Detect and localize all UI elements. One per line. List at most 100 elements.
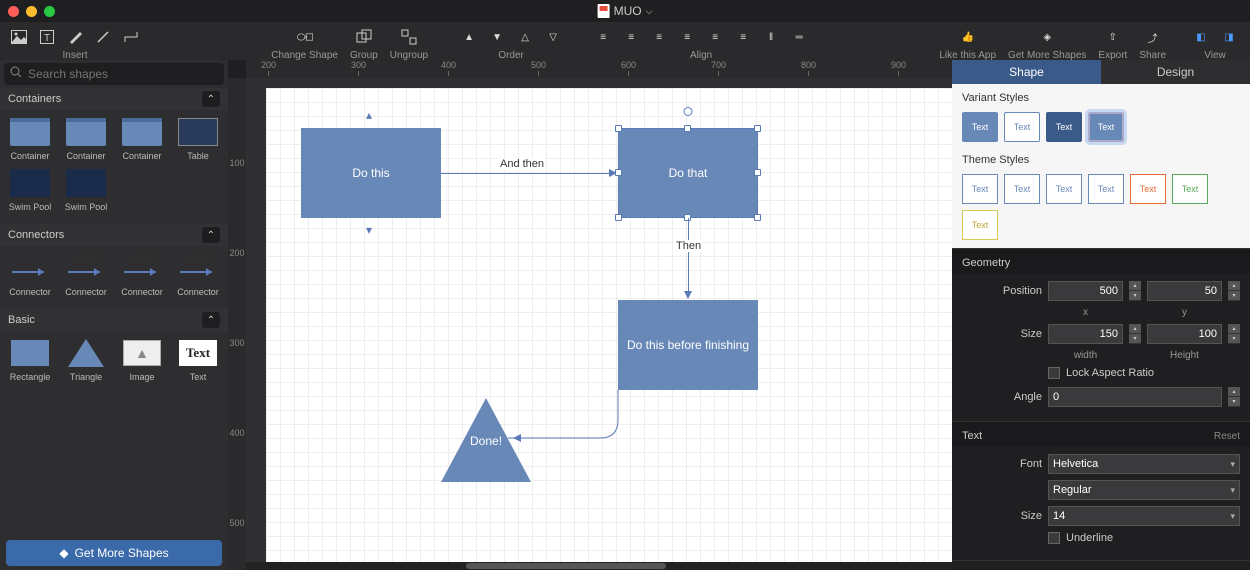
triangle-shape-item[interactable]: Triangle <box>58 337 114 382</box>
like-icon[interactable]: 👍 <box>959 28 977 46</box>
stepper[interactable]: ▴▾ <box>1228 281 1240 301</box>
variant-styles-title: Variant Styles <box>962 92 1240 104</box>
distribute-v-icon[interactable]: ═ <box>790 28 808 46</box>
sidebar-left-icon[interactable]: ◧ <box>1192 28 1210 46</box>
window-title[interactable]: MUO ⌵ <box>598 4 653 18</box>
resize-handle[interactable] <box>615 214 622 221</box>
send-back-icon[interactable]: ▼ <box>488 28 506 46</box>
chevron-up-icon[interactable]: ▴ <box>366 108 372 122</box>
font-select[interactable]: Helvetica <box>1048 454 1240 474</box>
minimize-icon[interactable] <box>26 6 37 17</box>
send-backward-icon[interactable]: ▽ <box>544 28 562 46</box>
stepper[interactable]: ▴▾ <box>1228 324 1240 344</box>
scrollbar-horizontal[interactable] <box>246 562 952 570</box>
bring-front-icon[interactable]: ▲ <box>460 28 478 46</box>
close-icon[interactable] <box>8 6 19 17</box>
more-shapes-icon[interactable]: ◈ <box>1038 28 1056 46</box>
theme-style[interactable]: Text <box>1130 174 1166 204</box>
table-shape-item[interactable]: Table <box>170 116 226 161</box>
connector[interactable] <box>688 218 689 293</box>
collapse-icon[interactable]: ⌃ <box>202 312 220 328</box>
lock-aspect-checkbox[interactable] <box>1048 367 1060 379</box>
connector-item[interactable]: Connector <box>2 252 58 297</box>
resize-handle[interactable] <box>754 125 761 132</box>
connector-icon[interactable] <box>122 28 140 46</box>
image-shape-item[interactable]: ▲Image <box>114 337 170 382</box>
get-more-shapes-button[interactable]: ◆ Get More Shapes <box>6 540 222 566</box>
stepper[interactable]: ▴▾ <box>1228 387 1240 407</box>
connector-label[interactable]: And then <box>498 158 546 170</box>
resize-handle[interactable] <box>684 125 691 132</box>
resize-handle[interactable] <box>615 169 622 176</box>
variant-style-selected[interactable]: Text <box>1088 112 1124 142</box>
ungroup-icon[interactable] <box>400 28 418 46</box>
theme-style[interactable]: Text <box>1088 174 1124 204</box>
connector[interactable] <box>441 173 611 174</box>
align-center-icon[interactable]: ≡ <box>622 28 640 46</box>
shape-do-this[interactable]: Do this <box>301 128 441 218</box>
tab-shape[interactable]: Shape <box>952 60 1101 84</box>
shape-do-that[interactable]: Do that <box>618 128 758 218</box>
font-size-select[interactable]: 14 <box>1048 506 1240 526</box>
text-box-icon[interactable]: T <box>38 28 56 46</box>
change-shape-icon[interactable] <box>296 28 314 46</box>
underline-checkbox[interactable] <box>1048 532 1060 544</box>
stepper[interactable]: ▴▾ <box>1129 281 1141 301</box>
height-input[interactable]: 100 <box>1147 324 1222 344</box>
variant-style[interactable]: Text <box>1046 112 1082 142</box>
swimpool-shape-item[interactable]: Swim Pool <box>2 167 58 212</box>
position-y-input[interactable]: 50 <box>1147 281 1222 301</box>
container-shape-item[interactable]: Container <box>58 116 114 161</box>
collapse-icon[interactable]: ⌃ <box>202 227 220 243</box>
connector-item[interactable]: LabelConnector <box>114 252 170 297</box>
sidebar-right-icon[interactable]: ◨ <box>1220 28 1238 46</box>
rotate-handle[interactable] <box>684 107 693 116</box>
collapse-icon[interactable]: ⌃ <box>202 91 220 107</box>
zoom-icon[interactable] <box>44 6 55 17</box>
align-right-icon[interactable]: ≡ <box>650 28 668 46</box>
connector-item[interactable]: LabelConnector <box>58 252 114 297</box>
rectangle-shape-item[interactable]: Rectangle <box>2 337 58 382</box>
export-icon[interactable]: ⇧ <box>1104 28 1122 46</box>
stepper[interactable]: ▴▾ <box>1129 324 1141 344</box>
canvas[interactable]: Do this ▴ ▾ And then Do that <box>246 78 952 570</box>
container-shape-item[interactable]: Container <box>2 116 58 161</box>
position-x-input[interactable]: 500 <box>1048 281 1123 301</box>
weight-select[interactable]: Regular <box>1048 480 1240 500</box>
resize-handle[interactable] <box>754 169 761 176</box>
angle-input[interactable]: 0 <box>1048 387 1222 407</box>
theme-style[interactable]: Text <box>962 210 998 240</box>
variant-style[interactable]: Text <box>962 112 998 142</box>
position-label: Position <box>962 285 1042 297</box>
connector-label[interactable]: Then <box>674 240 703 252</box>
align-bottom-icon[interactable]: ≡ <box>734 28 752 46</box>
pencil-icon[interactable] <box>66 28 84 46</box>
variant-style[interactable]: Text <box>1004 112 1040 142</box>
theme-style[interactable]: Text <box>962 174 998 204</box>
group-icon[interactable] <box>355 28 373 46</box>
align-left-icon[interactable]: ≡ <box>594 28 612 46</box>
distribute-h-icon[interactable]: ‖ <box>762 28 780 46</box>
swimpool-shape-item[interactable]: Swim Pool <box>58 167 114 212</box>
theme-style[interactable]: Text <box>1004 174 1040 204</box>
page[interactable]: Do this ▴ ▾ And then Do that <box>266 88 952 570</box>
width-input[interactable]: 150 <box>1048 324 1123 344</box>
container-shape-item[interactable]: Container <box>114 116 170 161</box>
resize-handle[interactable] <box>754 214 761 221</box>
theme-style[interactable]: Text <box>1046 174 1082 204</box>
shape-before-finishing[interactable]: Do this before finishing <box>618 300 758 390</box>
resize-handle[interactable] <box>615 125 622 132</box>
reset-button[interactable]: Reset <box>1214 431 1240 442</box>
connector-item[interactable]: LabelConnector <box>170 252 226 297</box>
chevron-down-icon[interactable]: ▾ <box>366 223 372 237</box>
line-icon[interactable] <box>94 28 112 46</box>
image-icon[interactable] <box>10 28 28 46</box>
bring-forward-icon[interactable]: △ <box>516 28 534 46</box>
search-input[interactable] <box>4 63 224 85</box>
theme-style[interactable]: Text <box>1172 174 1208 204</box>
text-shape-item[interactable]: TextText <box>170 337 226 382</box>
align-middle-icon[interactable]: ≡ <box>706 28 724 46</box>
tab-design[interactable]: Design <box>1101 60 1250 84</box>
share-icon[interactable]: ⤴ <box>1144 28 1162 46</box>
align-top-icon[interactable]: ≡ <box>678 28 696 46</box>
